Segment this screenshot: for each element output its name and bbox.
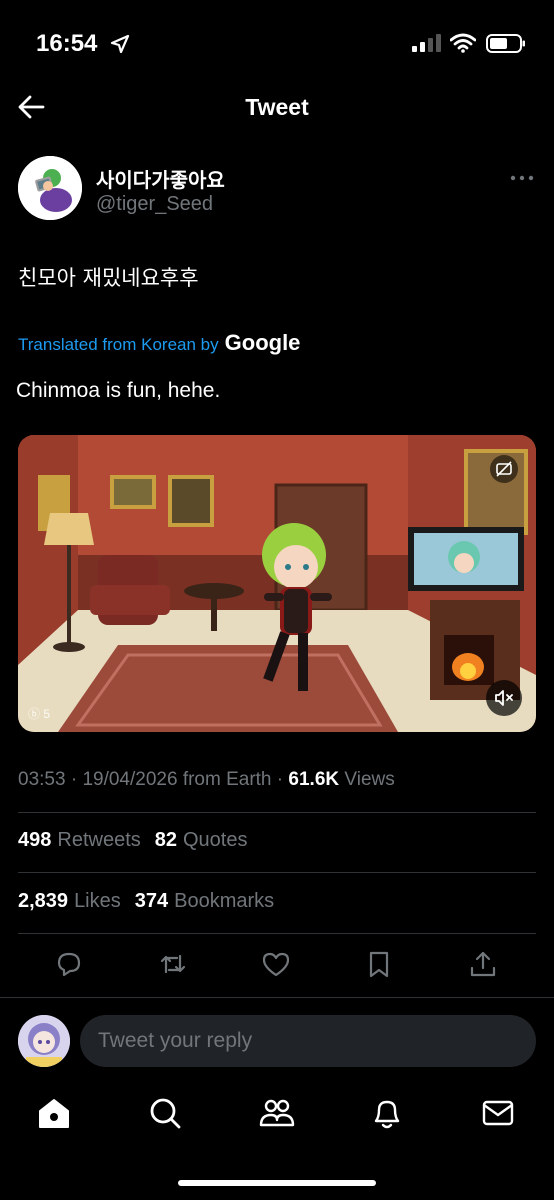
- divider: [18, 872, 536, 873]
- author-avatar-image: [18, 156, 82, 220]
- tweet-meta: 03:53 · 19/04/2026 from Earth · 61.6K Vi…: [18, 769, 395, 790]
- translation-notice[interactable]: Translated from Korean by Google: [18, 330, 300, 356]
- author-avatar[interactable]: [18, 156, 82, 220]
- bookmarks-stat[interactable]: 374 Bookmarks: [135, 890, 274, 913]
- current-user-avatar-image: [18, 1015, 70, 1067]
- retweet-quote-stats: 498 Retweets 82 Quotes: [18, 829, 247, 852]
- tweet-actions: [0, 948, 554, 982]
- likes-bookmarks-stats: 2,839 Likes 374 Bookmarks: [18, 890, 274, 913]
- translated-text: Chinmoa is fun, hehe.: [16, 379, 221, 402]
- translation-provider: Google: [224, 330, 301, 355]
- communities-icon[interactable]: [258, 1094, 296, 1132]
- like-icon[interactable]: [260, 948, 292, 980]
- battery-icon: [486, 34, 525, 53]
- share-icon[interactable]: [467, 948, 499, 980]
- views-count[interactable]: 61.6K: [288, 769, 339, 790]
- author-handle[interactable]: @tiger_Seed: [96, 193, 213, 216]
- speaker-muted-icon: [495, 690, 513, 706]
- retweet-icon[interactable]: [157, 948, 189, 980]
- tweet-text: 친모아 재밌네요후후: [18, 266, 199, 290]
- author-display-name[interactable]: 사이다가좋아요: [96, 164, 225, 193]
- status-bar: 16:54: [0, 0, 554, 88]
- tweet-video[interactable]: ⓑ 5: [18, 435, 536, 732]
- retweets-stat[interactable]: 498 Retweets: [18, 829, 141, 852]
- status-time: 16:54: [36, 30, 98, 57]
- captions-icon[interactable]: [490, 455, 518, 483]
- signal-icon: [412, 34, 441, 52]
- video-frame: [18, 435, 536, 732]
- page-title: Tweet: [245, 94, 309, 120]
- tweet-time: 03:53: [18, 769, 66, 790]
- video-watermark: ⓑ 5: [28, 707, 51, 721]
- home-icon[interactable]: [35, 1094, 73, 1132]
- notifications-icon[interactable]: [368, 1094, 406, 1132]
- divider: [0, 997, 554, 998]
- likes-stat[interactable]: 2,839 Likes: [18, 890, 121, 913]
- bookmark-icon[interactable]: [363, 948, 395, 980]
- reply-icon[interactable]: [53, 948, 85, 980]
- home-indicator[interactable]: [178, 1180, 376, 1186]
- location-arrow-icon: [110, 34, 130, 54]
- wifi-icon: [450, 33, 476, 53]
- mute-button[interactable]: [486, 680, 522, 716]
- divider: [18, 933, 536, 934]
- header: Tweet: [0, 88, 554, 128]
- quotes-stat[interactable]: 82 Quotes: [155, 829, 248, 852]
- divider: [18, 812, 536, 813]
- tweet-date: 19/04/2026: [82, 769, 178, 790]
- translation-notice-label: Translated from Korean by: [18, 335, 219, 354]
- messages-icon[interactable]: [479, 1094, 517, 1132]
- current-user-avatar[interactable]: [18, 1015, 70, 1067]
- search-icon[interactable]: [146, 1094, 184, 1132]
- views-label: Views: [344, 769, 395, 790]
- more-options-icon[interactable]: [510, 174, 534, 182]
- tweet-source: from Earth: [182, 769, 272, 790]
- reply-input[interactable]: [80, 1015, 536, 1067]
